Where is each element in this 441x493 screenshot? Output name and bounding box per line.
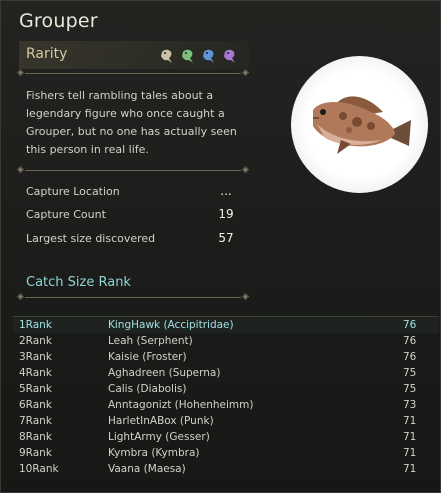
rank-row: 10Rank Vaana (Maesa) 71: [13, 461, 439, 477]
rank-player-name: Vaana (Maesa): [108, 463, 186, 475]
rank-row: 9Rank Kymbra (Kymbra) 71: [13, 445, 439, 461]
rank-player-name: Aghadreen (Superna): [108, 367, 221, 379]
fish-portrait: [291, 56, 428, 193]
stat-value: 19: [218, 207, 234, 221]
fish-icon-tier4: [224, 49, 235, 63]
rank-row: 3Rank Kaisie (Froster) 76: [13, 349, 439, 365]
rank-player-name: LightArmy (Gesser): [108, 431, 210, 443]
rank-row: 2Rank Leah (Serphent) 76: [13, 333, 439, 349]
rank-row: 5Rank Calis (Diabolis) 75: [13, 381, 439, 397]
rarity-label: Rarity: [26, 46, 68, 62]
rank-size: 73: [403, 399, 417, 411]
catch-size-rank-list: 1Rank KingHawk (Accipitridae) 76 2Rank L…: [13, 316, 439, 477]
rank-position: 9Rank: [19, 447, 52, 459]
rank-size: 75: [403, 367, 417, 379]
rank-row: 1Rank KingHawk (Accipitridae) 76: [13, 317, 439, 333]
rank-position: 3Rank: [19, 351, 52, 363]
fish-icon-tier1: [161, 49, 172, 63]
divider: ◈ ◈: [17, 68, 249, 78]
rank-player-name: Leah (Serphent): [108, 335, 193, 347]
rank-player-name: Anntagonizt (Hohenheimm): [108, 399, 254, 411]
stat-label: Capture Location: [26, 185, 120, 198]
fish-icon-tier2: [182, 49, 193, 63]
catch-size-rank-heading: Catch Size Rank: [26, 275, 131, 290]
stat-label: Capture Count: [26, 208, 106, 221]
rank-player-name: KingHawk (Accipitridae): [108, 319, 234, 331]
divider: ◈ ◈: [17, 165, 249, 175]
fish-info-panel: Grouper Rarity ◈ ◈ Fishers tell rambling …: [0, 0, 441, 493]
divider: ◈ ◈: [17, 292, 249, 302]
rarity-icons: [159, 47, 240, 65]
rank-size: 76: [403, 319, 417, 331]
rank-position: 7Rank: [19, 415, 52, 427]
rank-size: 71: [403, 415, 417, 427]
rank-position: 5Rank: [19, 383, 52, 395]
rank-row: 6Rank Anntagonizt (Hohenheimm) 73: [13, 397, 439, 413]
fish-title: Grouper: [19, 10, 98, 32]
stat-label: Largest size discovered: [26, 232, 156, 245]
rank-row: 8Rank LightArmy (Gesser) 71: [13, 429, 439, 445]
rank-position: 8Rank: [19, 431, 52, 443]
rank-position: 1Rank: [19, 319, 52, 331]
stat-capture-location: Capture Location ...: [26, 184, 241, 201]
stat-value: ...: [220, 184, 232, 198]
rank-size: 71: [403, 431, 417, 443]
rank-player-name: Kaisie (Froster): [108, 351, 187, 363]
fish-description: Fishers tell rambling tales about a lege…: [26, 89, 237, 156]
rank-size: 71: [403, 447, 417, 459]
rank-player-name: Calis (Diabolis): [108, 383, 187, 395]
rank-size: 71: [403, 463, 417, 475]
stat-largest-size: Largest size discovered 57: [26, 231, 241, 248]
rank-position: 4Rank: [19, 367, 52, 379]
stat-capture-count: Capture Count 19: [26, 207, 241, 224]
grouper-image: [313, 96, 411, 154]
rank-size: 75: [403, 383, 417, 395]
rank-row: 7Rank HarletInABox (Punk) 71: [13, 413, 439, 429]
rank-player-name: HarletInABox (Punk): [108, 415, 214, 427]
rank-position: 10Rank: [19, 463, 59, 475]
rank-size: 76: [403, 335, 417, 347]
stat-value: 57: [218, 231, 234, 245]
rank-position: 6Rank: [19, 399, 52, 411]
rank-player-name: Kymbra (Kymbra): [108, 447, 200, 459]
rank-size: 76: [403, 351, 417, 363]
rank-row: 4Rank Aghadreen (Superna) 75: [13, 365, 439, 381]
fish-icon-tier3: [203, 49, 214, 63]
rank-position: 2Rank: [19, 335, 52, 347]
